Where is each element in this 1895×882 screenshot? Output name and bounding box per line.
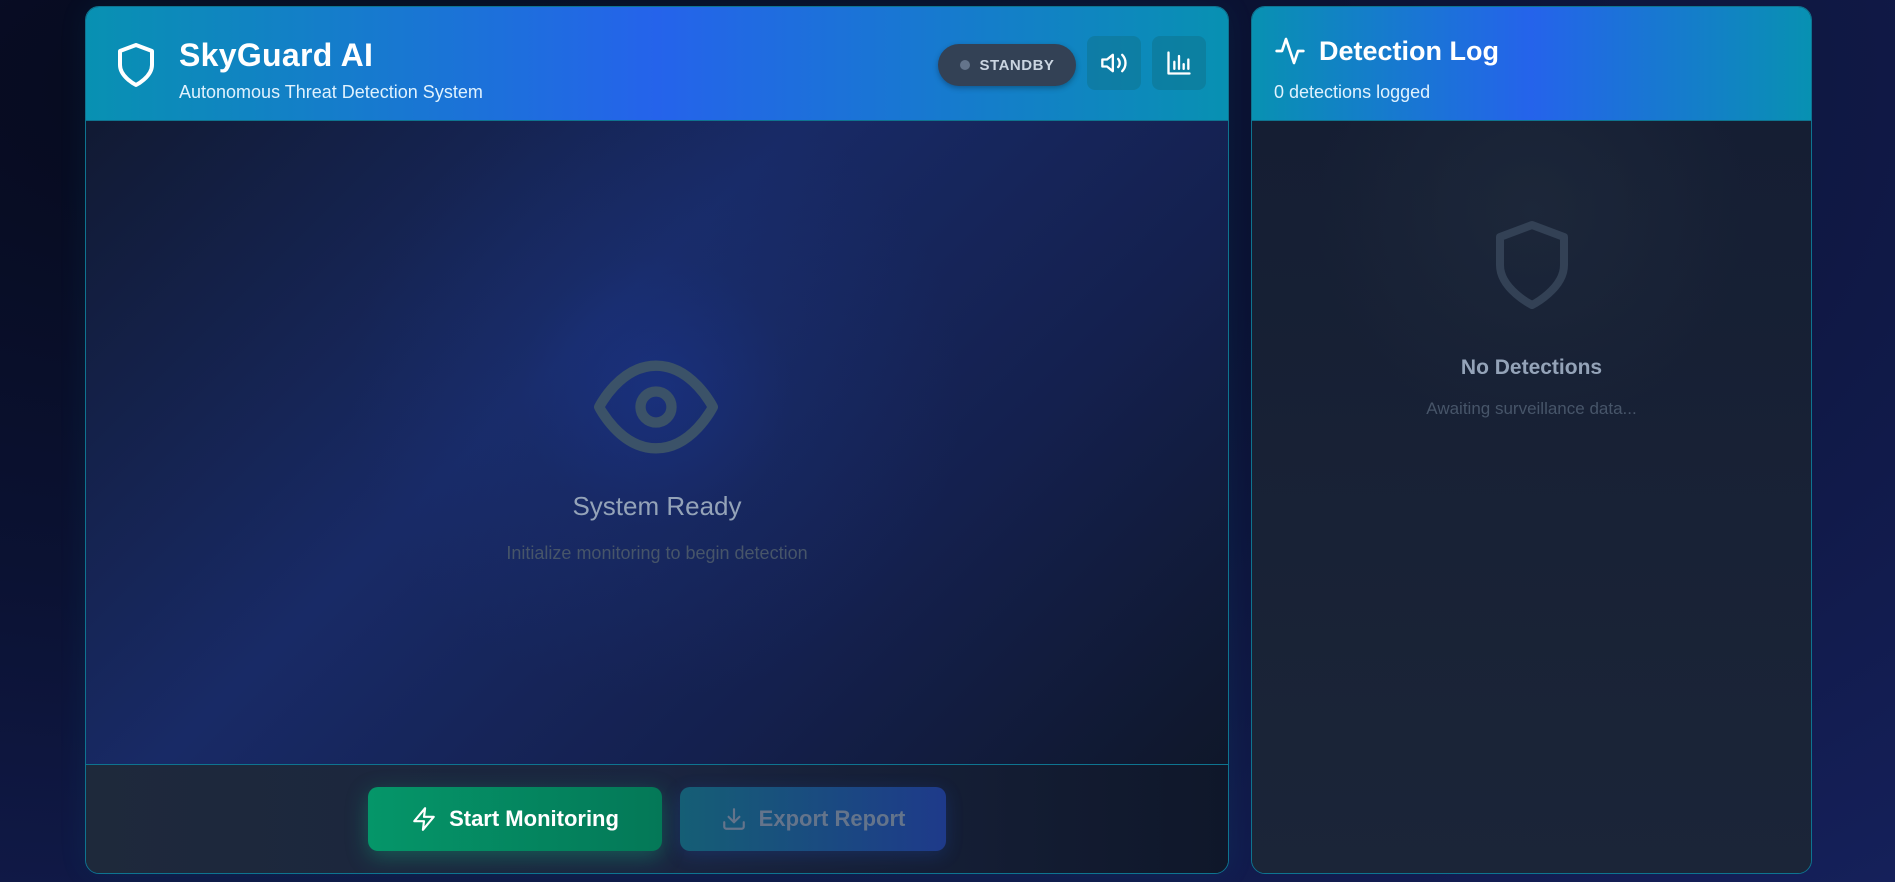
- view-subtitle: Initialize monitoring to begin detection: [506, 543, 808, 563]
- shield-icon: [118, 43, 154, 87]
- export-report-button[interactable]: Export Report: [680, 787, 946, 851]
- export-report-label: Export Report: [758, 806, 906, 831]
- empty-state-subtitle: Awaiting surveillance data...: [1426, 399, 1637, 418]
- sound-toggle-button[interactable]: [1087, 36, 1141, 90]
- start-monitoring-button[interactable]: Start Monitoring: [368, 787, 662, 851]
- bar-chart-icon: [1167, 51, 1191, 75]
- action-bar: Start Monitoring Export Report: [86, 764, 1228, 873]
- app-root: SkyGuard AI Autonomous Threat Detection …: [0, 0, 1895, 882]
- statistics-button[interactable]: [1152, 36, 1206, 90]
- app-subtitle: Autonomous Threat Detection System: [179, 82, 483, 102]
- camera-view: System Ready Initialize monitoring to be…: [86, 121, 1228, 764]
- shield-icon: [1496, 221, 1568, 309]
- app-title: SkyGuard AI: [179, 37, 374, 73]
- log-list[interactable]: No Detections Awaiting surveillance data…: [1252, 121, 1811, 873]
- download-icon: [722, 808, 745, 830]
- status-text: STANDBY: [979, 56, 1055, 74]
- volume-icon: [1101, 53, 1127, 73]
- activity-icon: [1275, 37, 1305, 65]
- lightning-icon: [413, 807, 435, 831]
- start-monitoring-label: Start Monitoring: [449, 806, 619, 831]
- log-title: Detection Log: [1319, 36, 1499, 66]
- status-badge: STANDBY: [938, 44, 1076, 86]
- log-count: 0 detections logged: [1274, 82, 1431, 102]
- eye-icon: [594, 360, 718, 454]
- surveillance-panel: SkyGuard AI Autonomous Threat Detection …: [85, 6, 1229, 874]
- status-dot: [959, 60, 970, 70]
- log-header: Detection Log 0 detections logged: [1252, 7, 1811, 121]
- main-header: SkyGuard AI Autonomous Threat Detection …: [86, 7, 1228, 121]
- empty-state-title: No Detections: [1460, 356, 1603, 379]
- detection-log-panel: Detection Log 0 detections logged No Det…: [1251, 6, 1812, 874]
- view-title: System Ready: [572, 491, 742, 521]
